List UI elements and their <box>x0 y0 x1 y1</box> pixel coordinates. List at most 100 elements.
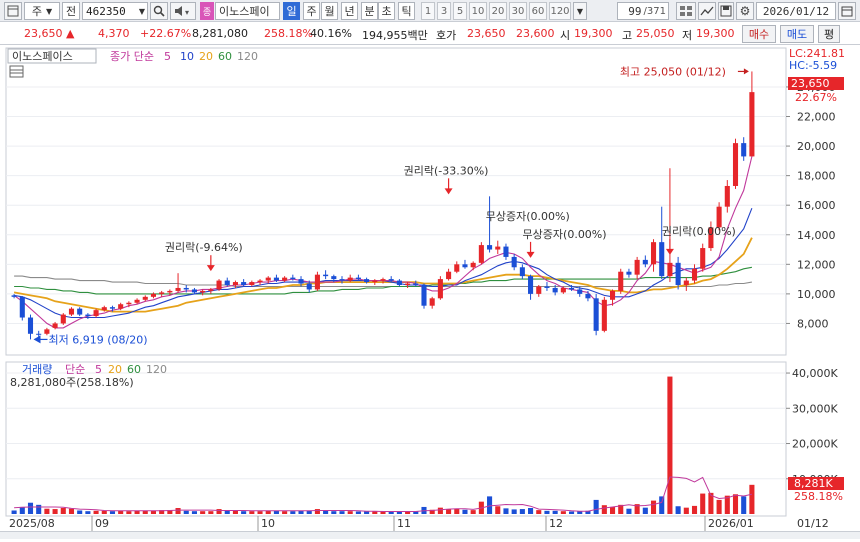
candle-body <box>487 245 493 250</box>
candle-body <box>421 285 427 306</box>
x-tick-label: 10 <box>261 517 275 530</box>
open-price: 19,300 <box>574 27 613 40</box>
candle-body <box>405 283 411 286</box>
interval-1[interactable]: 1 <box>421 2 435 20</box>
candle-body <box>569 287 575 290</box>
candle-body <box>191 289 197 293</box>
volume-bar <box>19 506 25 514</box>
ma60-label: 60 <box>218 50 232 63</box>
candle-body <box>282 277 288 281</box>
volume-bar <box>175 508 181 514</box>
price-change: 4,370 <box>98 27 130 40</box>
toolbar: 주▼ 전 ▼ ▾ 종 이노스페이 99/371 ⚙ 2026/01/12 일주월… <box>0 0 860 22</box>
volume-bar <box>741 496 747 514</box>
tab-period-0[interactable]: 일 <box>283 2 300 20</box>
interval-120[interactable]: 120 <box>549 2 571 20</box>
candle-body <box>396 280 402 286</box>
candle-body <box>724 185 730 207</box>
vol-ma120-label: 120 <box>146 363 167 376</box>
pct-tag: 22.67% <box>795 91 837 104</box>
volume-bar <box>716 499 722 514</box>
count-input[interactable]: 99/371 <box>617 2 669 20</box>
table-icon[interactable] <box>9 65 24 78</box>
price-volume-chart[interactable]: 8,000 10,000 12,000 14,000 16,000 18,000 20,00… <box>0 46 860 539</box>
volume-bar <box>462 509 468 514</box>
volume-bar <box>249 511 255 514</box>
market-button[interactable]: 전 <box>62 2 80 20</box>
vol-tick-label: 40,000K <box>792 367 838 380</box>
mode-select[interactable]: 주 ▼ <box>24 2 60 20</box>
save-icon[interactable] <box>718 2 734 20</box>
ma120-label: 120 <box>237 50 258 63</box>
volume-bar <box>298 510 304 514</box>
code-input[interactable] <box>83 3 139 19</box>
volume-bar <box>101 510 107 514</box>
date-input[interactable]: 2026/01/12 <box>756 2 836 20</box>
interval-20[interactable]: 20 <box>489 2 507 20</box>
stock-name-field[interactable]: 이노스페이 <box>215 2 280 20</box>
candle-body <box>749 92 755 157</box>
interval-10[interactable]: 10 <box>469 2 487 20</box>
volume-bar <box>593 499 599 514</box>
low-note: 최저 6,919 (08/20) <box>48 333 147 346</box>
volume-bar <box>536 510 542 514</box>
calendar-icon[interactable] <box>838 2 856 20</box>
candle-body <box>273 277 279 281</box>
volume-bar <box>126 511 132 514</box>
vol-ma5-label: 5 <box>95 363 102 376</box>
candle-body <box>478 245 484 263</box>
sell-button[interactable]: 매도 <box>780 25 814 43</box>
gear-icon[interactable]: ⚙ <box>736 2 754 20</box>
volume-bar <box>200 511 206 514</box>
candle-body <box>68 308 75 315</box>
eval-button[interactable]: 평 <box>818 25 840 43</box>
interval-60[interactable]: 60 <box>529 2 547 20</box>
search-icon[interactable] <box>150 2 168 20</box>
tab-period-5[interactable]: 초 <box>378 2 395 20</box>
volume-bar <box>364 511 370 514</box>
candle-body <box>331 276 337 280</box>
price-tick-label: 8,000 <box>797 317 829 330</box>
tab-period-1[interactable]: 주 <box>303 2 320 20</box>
candle-body <box>101 307 107 311</box>
candle-body <box>134 299 140 303</box>
candle-body <box>159 292 165 294</box>
tab-period-2[interactable]: 월 <box>321 2 338 20</box>
candle-body <box>290 277 296 280</box>
interval-30[interactable]: 30 <box>509 2 527 20</box>
grid-icon[interactable] <box>676 2 696 20</box>
candle-body <box>618 271 624 291</box>
volume-bar <box>601 505 607 514</box>
chevron-down-icon[interactable]: ▼ <box>573 2 587 20</box>
code-input-box[interactable]: ▼ <box>82 2 148 20</box>
candle-body <box>306 283 312 290</box>
volume-bar <box>347 511 353 514</box>
volume-bar <box>503 508 509 514</box>
tab-period-3[interactable]: 년 <box>341 2 358 20</box>
chart-layout-icon[interactable] <box>4 2 22 20</box>
chart-area[interactable]: 8,000 10,000 12,000 14,000 16,000 18,000 20,00… <box>0 46 860 539</box>
quote-bar: 23,650 ▲ 4,370 +22.67% 8,281,080 258.18%… <box>0 23 860 45</box>
candle-body <box>700 248 706 269</box>
trend-icon[interactable] <box>698 2 716 20</box>
candle-body <box>536 286 542 294</box>
tab-period-6[interactable]: 틱 <box>398 2 415 20</box>
candle-body <box>511 256 517 268</box>
candle-body <box>241 282 247 286</box>
buy-button[interactable]: 매수 <box>742 25 776 43</box>
x-tick-label: 2025/08 <box>9 517 55 530</box>
event-label: 무상증자(0.00%) <box>486 210 570 223</box>
ma5-label: 5 <box>164 50 171 63</box>
price-tick-label: 16,000 <box>797 199 836 212</box>
panel-stock-name: 이노스페이스 <box>12 50 73 63</box>
candle-body <box>118 304 124 309</box>
speaker-icon[interactable]: ▾ <box>170 2 196 20</box>
volume-value: 8,281,080 <box>192 27 248 40</box>
volume-bar <box>732 494 739 514</box>
interval-3[interactable]: 3 <box>437 2 451 20</box>
trade-amount: 194,955백만 <box>362 29 428 42</box>
candle-body <box>683 280 689 286</box>
tab-period-4[interactable]: 분 <box>361 2 378 20</box>
volume-bar <box>339 511 345 514</box>
interval-5[interactable]: 5 <box>453 2 467 20</box>
